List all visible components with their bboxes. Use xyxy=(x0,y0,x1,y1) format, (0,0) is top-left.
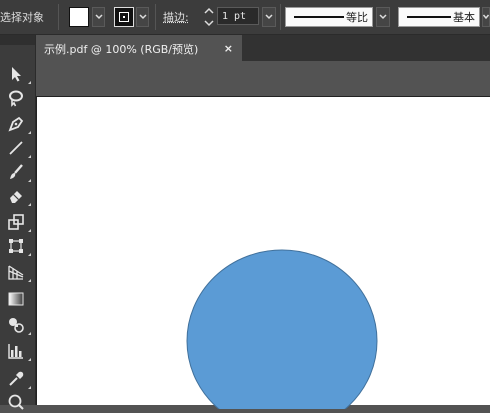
tool-group-indicator xyxy=(28,155,31,158)
fill-color-swatch[interactable] xyxy=(69,7,89,27)
panel-grip[interactable] xyxy=(0,35,35,45)
tool-group-indicator xyxy=(28,332,31,335)
tool-group-indicator xyxy=(28,203,31,206)
paintbrush-icon xyxy=(10,164,23,179)
divider xyxy=(58,4,59,30)
tool-group-indicator xyxy=(28,253,31,256)
paintbrush-tool[interactable] xyxy=(3,161,31,183)
selection-label: 选择对象 xyxy=(0,11,44,24)
tool-group-indicator xyxy=(28,81,31,84)
close-tab-button[interactable]: × xyxy=(224,42,233,55)
control-bar: 选择对象 描边: 1 pt 等比 基本 xyxy=(0,0,490,35)
scale-tool[interactable] xyxy=(3,211,31,233)
tool-group-indicator xyxy=(28,179,31,182)
chevron-up-icon[interactable] xyxy=(204,7,214,15)
magnifier-icon xyxy=(8,394,24,410)
tools-panel xyxy=(0,35,36,410)
gradient-icon xyxy=(8,292,24,306)
divider xyxy=(280,4,281,30)
chevron-down-icon[interactable] xyxy=(204,19,214,27)
circle-shape[interactable] xyxy=(185,249,381,409)
gradient-tool[interactable] xyxy=(3,288,29,310)
shape-builder-tool[interactable] xyxy=(3,314,31,336)
tool-group-indicator xyxy=(28,386,31,389)
stroke-swatch-icon xyxy=(119,12,129,22)
stroke-weight-spinner[interactable] xyxy=(203,7,215,27)
chevron-down-icon xyxy=(265,14,273,20)
tool-group-indicator xyxy=(28,229,31,232)
lasso-tool[interactable] xyxy=(3,87,29,109)
stroke-weight-input[interactable]: 1 pt xyxy=(217,7,259,25)
column-graph-tool[interactable] xyxy=(3,340,31,362)
line-segment-icon xyxy=(9,141,23,155)
pen-tool[interactable] xyxy=(3,113,31,135)
selection-arrow-icon xyxy=(12,67,21,82)
free-transform-icon xyxy=(9,239,23,253)
line-segment-tool[interactable] xyxy=(3,137,31,159)
brush-line-preview xyxy=(407,16,451,18)
variable-width-profile-select[interactable]: 等比 xyxy=(285,7,373,27)
divider xyxy=(155,4,156,30)
tool-group-indicator xyxy=(28,131,31,134)
stroke-dropdown-button[interactable] xyxy=(136,7,149,27)
chevron-down-icon xyxy=(138,14,147,20)
eraser-icon xyxy=(10,191,22,203)
stroke-color-swatch[interactable] xyxy=(114,7,134,27)
brush-dropdown-button[interactable] xyxy=(482,7,490,27)
shape-builder-icon xyxy=(9,318,24,333)
tool-group-indicator xyxy=(28,279,31,282)
brush-label: 基本 xyxy=(453,11,475,24)
document-tab-title: 示例.pdf @ 100% (RGB/预览) xyxy=(44,42,199,56)
chevron-down-icon xyxy=(94,14,103,20)
fill-dropdown-button[interactable] xyxy=(92,7,105,27)
perspective-grid-tool[interactable] xyxy=(3,261,31,283)
profile-label: 等比 xyxy=(346,11,368,24)
eraser-tool[interactable] xyxy=(3,185,31,207)
stroke-weight-dropdown[interactable] xyxy=(262,7,276,27)
selection-tool[interactable] xyxy=(3,63,31,85)
chevron-down-icon xyxy=(379,14,387,20)
chevron-down-icon xyxy=(483,14,489,20)
scale-icon xyxy=(8,214,24,230)
pen-nib-icon xyxy=(8,116,24,132)
profile-line-preview xyxy=(294,16,344,18)
brush-definition-select[interactable]: 基本 xyxy=(398,7,480,27)
stroke-panel-link[interactable]: 描边: xyxy=(163,9,189,25)
free-transform-tool[interactable] xyxy=(3,235,31,257)
document-tab[interactable]: 示例.pdf @ 100% (RGB/预览) × xyxy=(36,35,242,62)
eyedropper-icon xyxy=(9,371,24,386)
bar-graph-icon xyxy=(8,344,23,359)
perspective-grid-icon xyxy=(8,265,24,280)
eyedropper-tool[interactable] xyxy=(3,368,31,390)
lasso-icon xyxy=(9,90,23,107)
zoom-tool[interactable] xyxy=(3,391,29,413)
profile-dropdown-button[interactable] xyxy=(376,7,390,27)
tool-group-indicator xyxy=(28,358,31,361)
